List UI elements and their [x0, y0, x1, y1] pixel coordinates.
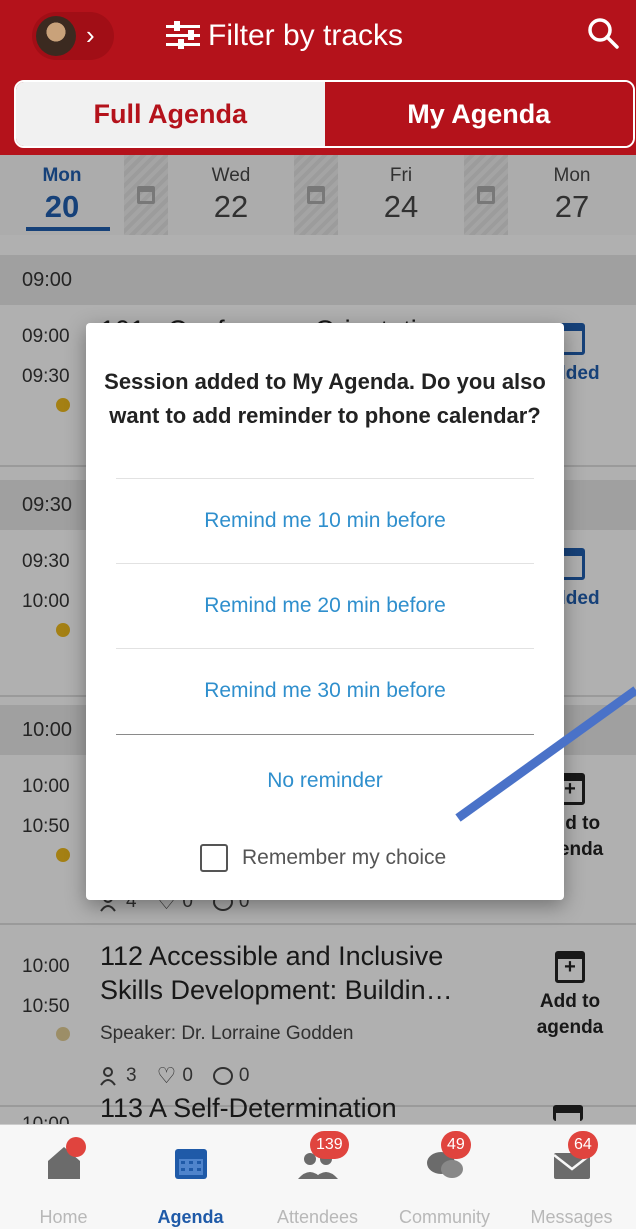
remind-20-button[interactable]: Remind me 20 min before — [116, 594, 534, 618]
remember-checkbox[interactable] — [200, 844, 228, 872]
reminder-dialog: Session added to My Agenda. Do you also … — [86, 323, 564, 900]
app-header: › Filter by tracks Full Agenda My Agenda — [0, 0, 636, 155]
remember-label: Remember my choice — [242, 846, 447, 869]
nav-agenda[interactable]: Agenda — [127, 1125, 254, 1229]
calendar-icon — [175, 1149, 207, 1179]
nav-label: Home — [39, 1207, 88, 1227]
community-badge: 49 — [441, 1131, 471, 1159]
nav-label: Agenda — [157, 1207, 224, 1227]
messages-badge: 64 — [568, 1131, 598, 1159]
tab-my-agenda[interactable]: My Agenda — [324, 82, 633, 146]
nav-label: Messages — [530, 1207, 613, 1227]
agenda-segmented-control: Full Agenda My Agenda — [14, 80, 635, 148]
divider — [116, 734, 534, 735]
top-bar: › Filter by tracks — [0, 0, 636, 72]
bottom-nav: Home Agenda 139 Attendees 49 Community 6… — [0, 1124, 636, 1229]
nav-label: Attendees — [276, 1207, 359, 1227]
remind-10-button[interactable]: Remind me 10 min before — [116, 509, 534, 533]
search-icon[interactable] — [586, 16, 620, 50]
notification-dot — [66, 1137, 86, 1157]
tab-full-agenda[interactable]: Full Agenda — [16, 82, 325, 146]
filter-label: Filter by tracks — [208, 19, 404, 52]
profile-menu-button[interactable]: › — [32, 12, 114, 60]
nav-messages[interactable]: 64 Messages — [508, 1125, 635, 1229]
nav-community[interactable]: 49 Community — [381, 1125, 508, 1229]
divider — [116, 563, 534, 564]
filter-by-tracks-button[interactable]: Filter by tracks — [166, 14, 403, 58]
avatar — [36, 16, 76, 56]
nav-attendees[interactable]: 139 Attendees — [254, 1125, 381, 1229]
tune-icon — [166, 21, 200, 51]
dialog-message: Session added to My Agenda. Do you also … — [104, 369, 546, 428]
remind-30-button[interactable]: Remind me 30 min before — [116, 679, 534, 703]
no-reminder-button[interactable]: No reminder — [116, 769, 534, 793]
attendees-badge: 139 — [310, 1131, 349, 1159]
nav-home[interactable]: Home — [0, 1125, 127, 1229]
nav-label: Community — [398, 1207, 491, 1227]
remember-choice[interactable]: Remember my choice — [200, 844, 446, 872]
divider — [116, 648, 534, 649]
chevron-right-icon: › — [86, 20, 95, 50]
divider — [116, 478, 534, 479]
